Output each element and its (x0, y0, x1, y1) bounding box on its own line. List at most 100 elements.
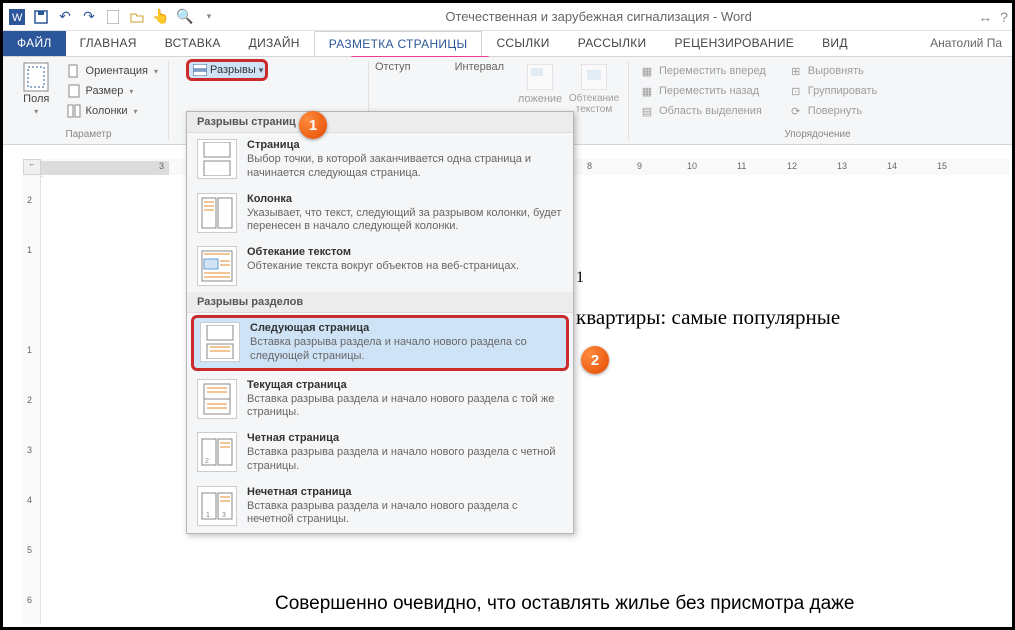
breaks-icon (193, 64, 207, 76)
svg-text:1: 1 (206, 512, 210, 519)
bring-forward-button[interactable]: ▦ Переместить вперед (635, 61, 770, 81)
ruler-tick: 1 (27, 345, 32, 355)
columns-label: Колонки (86, 105, 128, 117)
break-title: Следующая страница (250, 322, 560, 334)
break-desc: Вставка разрыва раздела и начало нового … (250, 336, 560, 364)
ribbon-collapse-icon[interactable]: ↔ (978, 9, 992, 25)
wrap-text-button[interactable]: Обтекание текстом (569, 61, 619, 117)
indent-label: Отступ (375, 61, 411, 73)
tab-mailings[interactable]: РАССЫЛКИ (564, 31, 661, 56)
break-desc: Выбор точки, в которой заканчивается одн… (247, 153, 563, 181)
qat-dropdown-icon[interactable]: ▾ (199, 7, 219, 27)
break-option-column[interactable]: КолонкаУказывает, что текст, следующий з… (187, 187, 573, 241)
wrap-icon (580, 63, 608, 91)
align-label: Выровнять (808, 65, 864, 77)
break-title: Страница (247, 139, 563, 151)
undo-icon[interactable]: ↶ (55, 7, 75, 27)
ruler-tick: 3 (159, 161, 164, 171)
breaks-dropdown-button[interactable]: Разрывы ▾ (186, 59, 268, 81)
user-name[interactable]: Анатолий Па (920, 31, 1012, 56)
tab-review[interactable]: РЕЦЕНЗИРОВАНИЕ (660, 31, 808, 56)
svg-text:3: 3 (222, 512, 226, 519)
send-backward-icon: ▦ (639, 83, 655, 99)
tab-file[interactable]: ФАЙЛ (3, 31, 66, 56)
wrap-label: Обтекание текстом (569, 93, 619, 115)
size-button[interactable]: Размер▾ (62, 81, 162, 101)
send-backward-label: Переместить назад (659, 85, 759, 97)
chevron-down-icon: ▾ (129, 87, 133, 96)
break-option-odd-page[interactable]: 13 Нечетная страницаВставка разрыва разд… (187, 480, 573, 534)
orientation-icon (66, 63, 82, 79)
tab-design[interactable]: ДИЗАЙН (235, 31, 314, 56)
window-title: Отечественная и зарубежная сигнализация … (219, 9, 978, 24)
next-page-section-icon (200, 322, 240, 362)
bring-forward-label: Переместить вперед (659, 65, 766, 77)
ruler-tick: 2 (27, 195, 32, 205)
break-option-page[interactable]: Страница Выбор точки, в которой заканчива… (187, 133, 573, 187)
doc-body-line: Совершенно очевидно, что оставлять жилье… (275, 593, 854, 615)
margins-icon (22, 63, 50, 91)
dropdown-header-page-breaks: Разрывы страниц (187, 112, 573, 133)
print-preview-icon[interactable]: 🔍 (175, 7, 195, 27)
ruler-tick: 14 (887, 161, 897, 171)
callout-2: 2 (581, 346, 609, 374)
tab-view[interactable]: ВИД (808, 31, 862, 56)
redo-icon[interactable]: ↷ (79, 7, 99, 27)
break-title: Нечетная страница (247, 486, 563, 498)
ruler-tick: 13 (837, 161, 847, 171)
break-title: Обтекание текстом (247, 246, 563, 258)
position-label: ложение (518, 93, 562, 105)
break-title: Текущая страница (247, 379, 563, 391)
tab-home[interactable]: ГЛАВНАЯ (66, 31, 151, 56)
ruler-tick: 1 (27, 245, 32, 255)
tab-insert[interactable]: ВСТАВКА (151, 31, 235, 56)
columns-button[interactable]: Колонки ▾ (62, 101, 162, 121)
save-icon[interactable] (31, 7, 51, 27)
send-backward-button[interactable]: ▦ Переместить назад (635, 81, 770, 101)
odd-page-section-icon: 13 (197, 486, 237, 526)
ruler-tick: 4 (27, 495, 32, 505)
orientation-button[interactable]: Ориентация▾ (62, 61, 162, 81)
title-bar: W ↶ ↷ 👆 🔍 ▾ Отечественная и зарубежная с… (3, 3, 1012, 31)
chevron-down-icon: ▾ (134, 107, 138, 116)
chevron-down-icon: ▾ (34, 107, 38, 116)
size-icon (66, 83, 82, 99)
rotate-icon: ⟳ (788, 103, 804, 119)
group-button[interactable]: ⊡ Группировать (784, 81, 882, 101)
margins-label: Поля (23, 93, 49, 105)
svg-text:W: W (12, 12, 23, 24)
group-label: Группировать (808, 85, 878, 97)
continuous-section-icon (197, 379, 237, 419)
vertical-ruler[interactable]: 2 1 1 2 3 4 5 6 (23, 175, 41, 624)
break-title: Четная страница (247, 432, 563, 444)
group-icon: ⊡ (788, 83, 804, 99)
margins-button[interactable]: Поля ▾ (15, 61, 58, 118)
page-setup-group-title: Параметр (15, 129, 162, 140)
tab-references[interactable]: ССЫЛКИ (482, 31, 563, 56)
text-wrap-break-icon (197, 246, 237, 286)
bring-forward-icon: ▦ (639, 63, 655, 79)
page-break-icon (197, 139, 237, 179)
position-button[interactable]: ложение (515, 61, 565, 107)
new-doc-icon[interactable] (103, 7, 123, 27)
selection-pane-button[interactable]: ▤Область выделения (635, 101, 770, 121)
ruler-tick: 10 (687, 161, 697, 171)
rotate-button[interactable]: ⟳Повернуть (784, 101, 882, 121)
align-button[interactable]: ⊞ Выровнять (784, 61, 882, 81)
ruler-tick: 12 (787, 161, 797, 171)
tab-page-layout[interactable]: РАЗМЕТКА СТРАНИЦЫ (314, 31, 483, 56)
columns-icon (66, 103, 82, 119)
touch-mode-icon[interactable]: 👆 (151, 7, 171, 27)
break-option-text-wrapping[interactable]: Обтекание текстомОбтекание текста вокруг… (187, 240, 573, 292)
align-icon: ⊞ (788, 63, 804, 79)
doc-page-number: 1 (576, 269, 584, 287)
break-option-even-page[interactable]: 2 Четная страницаВставка разрыва раздела… (187, 426, 573, 480)
open-icon[interactable] (127, 7, 147, 27)
break-option-continuous[interactable]: Текущая страницаВставка разрыва раздела … (187, 373, 573, 427)
spacing-label: Интервал (455, 61, 504, 73)
ribbon-tabs: ФАЙЛ ГЛАВНАЯ ВСТАВКА ДИЗАЙН РАЗМЕТКА СТР… (3, 31, 1012, 57)
break-option-next-page[interactable]: Следующая страница Вставка разрыва раздел… (191, 315, 569, 371)
chevron-down-icon: ▾ (154, 67, 158, 76)
ruler-corner: ⌐ (23, 159, 41, 175)
help-icon[interactable]: ? (1000, 9, 1008, 25)
